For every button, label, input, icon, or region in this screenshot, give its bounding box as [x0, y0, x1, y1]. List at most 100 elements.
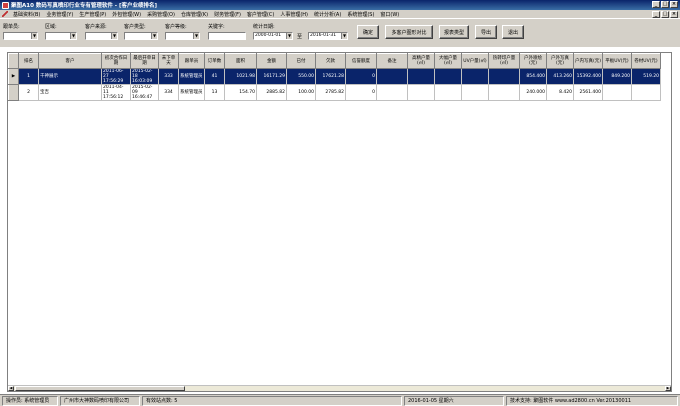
cell-uv-volume[interactable] — [461, 68, 489, 85]
confirm-button[interactable]: 确定 — [357, 25, 379, 39]
cell-roll-uv[interactable] — [631, 84, 661, 101]
col-uv-volume[interactable]: UV户量(㎡) — [461, 53, 489, 69]
menu-hr[interactable]: 人事管理(H) — [277, 11, 311, 18]
scroll-right-icon[interactable]: ▶ — [665, 386, 671, 391]
col-remark[interactable]: 备注 — [376, 53, 408, 69]
col-outdoor-photo[interactable]: 户外写真(元) — [546, 53, 574, 69]
menu-production[interactable]: 生产管理(P) — [76, 11, 109, 18]
cell-area[interactable]: 1021.98 — [224, 68, 257, 85]
cell-rank[interactable]: 2 — [18, 84, 39, 101]
cell-days-since[interactable]: 333 — [158, 68, 179, 85]
chevron-down-icon[interactable]: ▼ — [70, 33, 76, 39]
ranking-grid[interactable]: 排名 客户 初次合作日期 最后开单日期 未下单天 跟单员 订单数 面积 金额 已… — [7, 52, 672, 392]
col-credit[interactable]: 信誉额度 — [345, 53, 377, 69]
customer-type-select[interactable]: ▼ — [124, 32, 158, 40]
col-days-since[interactable]: 未下单天 — [158, 53, 179, 69]
child-close-button[interactable]: × — [670, 11, 678, 18]
cell-roll-uv[interactable]: 519.20 — [631, 68, 661, 85]
cell-remark[interactable] — [376, 84, 408, 101]
scroll-left-icon[interactable]: ◀ — [8, 386, 14, 391]
menu-window[interactable]: 窗口(W) — [377, 11, 402, 18]
col-owed[interactable]: 欠款 — [315, 53, 346, 69]
scroll-thumb[interactable] — [15, 386, 185, 391]
cell-first-date[interactable]: 2011-06-27 17:56:29 — [101, 68, 131, 85]
menu-outsourcing[interactable]: 外包管理(W) — [109, 11, 144, 18]
col-amount[interactable]: 金额 — [256, 53, 287, 69]
multi-customer-chart-button[interactable]: 多客户图形对比 — [385, 25, 433, 39]
chevron-down-icon[interactable]: ▼ — [193, 33, 199, 39]
chevron-down-icon[interactable]: ▼ — [111, 33, 117, 39]
col-outdoor-spray[interactable]: 户外喷绘(元) — [519, 53, 547, 69]
menu-purchasing[interactable]: 采购管理(O) — [144, 11, 178, 18]
cell-indoor-photo[interactable]: 2561.400 — [573, 84, 603, 101]
col-hq-volume[interactable]: 高精户量(㎡) — [407, 53, 435, 69]
keyword-input[interactable] — [208, 32, 246, 40]
cell-flatbed-uv[interactable]: 849.200 — [602, 68, 632, 85]
col-area[interactable]: 面积 — [224, 53, 257, 69]
maximize-button[interactable]: □ — [661, 1, 669, 8]
row-selected-marker[interactable]: ▶ — [8, 68, 19, 85]
cell-customer[interactable]: 宝吉 — [38, 84, 102, 101]
cell-hq-volume[interactable] — [407, 68, 435, 85]
cell-owed[interactable]: 2785.82 — [315, 84, 346, 101]
menu-finance[interactable]: 财务管理(F) — [211, 11, 244, 18]
cell-last-date[interactable]: 2015-02-09 16:46:47 — [130, 84, 159, 101]
cell-paid[interactable]: 550.00 — [286, 68, 316, 85]
cell-uv-volume[interactable] — [461, 84, 489, 101]
child-restore-button[interactable]: □ — [661, 11, 669, 18]
col-roll-uv[interactable]: 卷材UV(元) — [631, 53, 661, 69]
minimize-button[interactable]: _ — [652, 1, 660, 8]
col-paid[interactable]: 已付 — [286, 53, 316, 69]
chevron-down-icon[interactable]: ▼ — [31, 33, 37, 39]
chevron-down-icon[interactable]: ▼ — [286, 33, 292, 39]
cell-outdoor-spray[interactable]: 854.400 — [519, 68, 547, 85]
cell-paid[interactable]: 100.00 — [286, 84, 316, 101]
cell-first-date[interactable]: 2011-04-11 17:56:12 — [101, 84, 131, 101]
cell-credit[interactable]: 0 — [345, 84, 377, 101]
cell-order-count[interactable]: 13 — [204, 84, 225, 101]
cell-owed[interactable]: 17621.28 — [315, 68, 346, 85]
col-indoor-photo[interactable]: 户内写真(元) — [573, 53, 603, 69]
menu-statistics[interactable]: 统计分析(A) — [311, 11, 344, 18]
close-button[interactable]: × — [670, 1, 678, 8]
cell-amount[interactable]: 16171.29 — [256, 68, 287, 85]
cell-outdoor-photo[interactable]: 413.260 — [546, 68, 574, 85]
horizontal-scrollbar[interactable]: ◀ ▶ — [8, 385, 671, 391]
cell-outdoor-spray[interactable]: 240.000 — [519, 84, 547, 101]
cell-order-person[interactable]: 系统管理员 — [178, 84, 205, 101]
cell-heat-transfer-volume[interactable] — [488, 84, 520, 101]
exit-button[interactable]: 退出 — [502, 25, 524, 39]
cell-rank[interactable]: 1 — [18, 68, 39, 85]
cell-remark[interactable] — [376, 68, 408, 85]
cell-area[interactable]: 154.70 — [224, 84, 257, 101]
col-flatbed-uv[interactable]: 平板UV(元) — [602, 53, 632, 69]
cell-days-since[interactable]: 334 — [158, 84, 179, 101]
customer-source-select[interactable]: ▼ — [85, 32, 118, 40]
cell-last-date[interactable]: 2015-02-18 16:03:09 — [130, 68, 159, 85]
date-to-picker[interactable]: 2016-01-31 ▼ — [308, 32, 348, 40]
menu-basic-data[interactable]: 基础资料(B) — [10, 11, 43, 18]
menu-customer[interactable]: 客户管理(C) — [244, 11, 277, 18]
col-large-volume[interactable]: 大幅户量(㎡) — [434, 53, 462, 69]
customer-level-select[interactable]: ▼ — [165, 32, 200, 40]
cell-large-volume[interactable] — [434, 68, 462, 85]
col-rank[interactable]: 排名 — [18, 53, 39, 69]
col-order-person[interactable]: 跟单员 — [178, 53, 205, 69]
cell-indoor-photo[interactable]: 15392.400 — [573, 68, 603, 85]
chevron-down-icon[interactable]: ▼ — [151, 33, 157, 39]
cell-heat-transfer-volume[interactable] — [488, 68, 520, 85]
table-row[interactable]: ▶ 1 千神展示 2011-06-27 17:56:29 2015-02-18 … — [8, 68, 661, 85]
col-heat-transfer-volume[interactable]: 热转印户量(㎡) — [488, 53, 520, 69]
cell-order-count[interactable]: 41 — [204, 68, 225, 85]
child-minimize-button[interactable]: _ — [652, 11, 660, 18]
cell-order-person[interactable]: 系统管理员 — [178, 68, 205, 85]
col-first-date[interactable]: 初次合作日期 — [101, 53, 131, 69]
report-type-button[interactable]: 报表类型 — [439, 25, 469, 39]
cell-amount[interactable]: 2885.82 — [256, 84, 287, 101]
export-button[interactable]: 导出 — [475, 25, 497, 39]
menu-business[interactable]: 业务管理(Y) — [43, 11, 76, 18]
menu-warehouse[interactable]: 仓库管理(K) — [178, 11, 211, 18]
table-row[interactable]: 2 宝吉 2011-04-11 17:56:12 2015-02-09 16:4… — [8, 84, 661, 101]
chevron-down-icon[interactable]: ▼ — [341, 33, 347, 39]
date-from-picker[interactable]: 2000-01-01 ▼ — [253, 32, 293, 40]
